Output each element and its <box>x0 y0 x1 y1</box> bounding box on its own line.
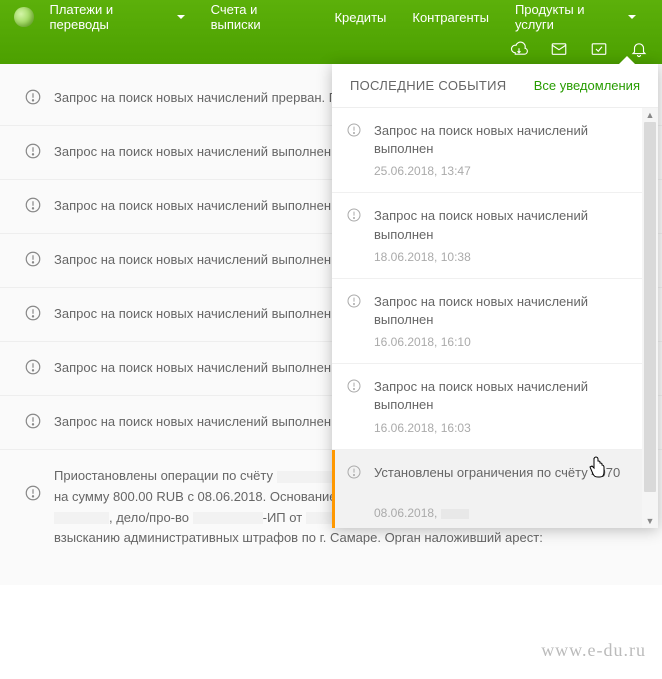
popup-body: Запрос на поиск новых начислений выполне… <box>332 108 658 528</box>
notification-date: 16.06.2018, 16:10 <box>374 335 640 349</box>
scroll-up-icon[interactable]: ▲ <box>645 110 655 120</box>
notification-date: 18.06.2018, 10:38 <box>374 250 640 264</box>
caret-down-icon <box>628 15 636 19</box>
nav-counterparties[interactable]: Контрагенты <box>412 10 489 25</box>
notification-date: 08.06.2018, <box>374 506 640 520</box>
popup-header: ПОСЛЕДНИЕ СОБЫТИЯ Все уведомления <box>332 64 658 108</box>
alert-circle-icon <box>24 196 42 217</box>
notification-item[interactable]: Запрос на поиск новых начислений выполне… <box>332 193 658 278</box>
nav-products[interactable]: Продукты и услуги <box>515 2 636 32</box>
alert-circle-icon <box>346 207 362 263</box>
notification-body: Запрос на поиск новых начислений выполне… <box>374 378 640 434</box>
alert-circle-icon <box>346 464 362 520</box>
scrollbar[interactable]: ▲ ▼ <box>642 108 658 528</box>
notification-title: Запрос на поиск новых начислений выполне… <box>374 207 640 243</box>
logo-icon[interactable] <box>14 7 34 27</box>
alert-circle-icon <box>24 304 42 325</box>
notification-body: Установлены ограничения по счёту 4070 08.… <box>374 464 640 520</box>
caret-down-icon <box>177 15 185 19</box>
notification-title: Запрос на поиск новых начислений выполне… <box>374 293 640 329</box>
notification-date: 25.06.2018, 13:47 <box>374 164 640 178</box>
nav-payments[interactable]: Платежи и переводы <box>50 2 185 32</box>
popup-title: ПОСЛЕДНИЕ СОБЫТИЯ <box>350 78 506 93</box>
nav-accounts[interactable]: Счета и выписки <box>211 2 309 32</box>
scroll-down-icon[interactable]: ▼ <box>645 516 655 526</box>
nav-label: Счета и выписки <box>211 2 309 32</box>
notification-title: Установлены ограничения по счёту 4070 <box>374 464 640 500</box>
alert-circle-icon <box>24 358 42 379</box>
alert-circle-icon <box>24 142 42 163</box>
alert-circle-icon <box>346 293 362 349</box>
nav-label: Контрагенты <box>412 10 489 25</box>
alert-circle-icon <box>24 412 42 433</box>
alert-circle-icon <box>24 484 42 505</box>
notification-title: Запрос на поиск новых начислений выполне… <box>374 378 640 414</box>
alert-circle-icon <box>24 88 42 109</box>
mail-icon[interactable] <box>550 40 568 58</box>
cloud-icon[interactable] <box>510 40 528 58</box>
nav-label: Продукты и услуги <box>515 2 624 32</box>
watermark: www.e-du.ru <box>541 640 646 661</box>
alert-circle-icon <box>346 122 362 178</box>
alert-circle-icon <box>346 378 362 434</box>
notification-body: Запрос на поиск новых начислений выполне… <box>374 293 640 349</box>
main-nav: Платежи и переводы Счета и выписки Креди… <box>0 0 662 34</box>
nav-label: Кредиты <box>334 10 386 25</box>
alert-circle-icon <box>24 250 42 271</box>
notification-item[interactable]: Запрос на поиск новых начислений выполне… <box>332 108 658 193</box>
notification-item[interactable]: Запрос на поиск новых начислений выполне… <box>332 364 658 449</box>
nav-label: Платежи и переводы <box>50 2 173 32</box>
notification-title: Запрос на поиск новых начислений выполне… <box>374 122 640 158</box>
popup-arrow-icon <box>619 56 635 64</box>
notification-date: 16.06.2018, 16:03 <box>374 421 640 435</box>
notification-body: Запрос на поиск новых начислений выполне… <box>374 207 640 263</box>
all-notifications-link[interactable]: Все уведомления <box>534 78 640 93</box>
mail-check-icon[interactable] <box>590 40 608 58</box>
notification-body: Запрос на поиск новых начислений выполне… <box>374 122 640 178</box>
scroll-thumb[interactable] <box>644 122 656 492</box>
notification-item[interactable]: Запрос на поиск новых начислений выполне… <box>332 279 658 364</box>
notification-item[interactable]: Установлены ограничения по счёту 4070 08.… <box>332 450 658 529</box>
app-header: Платежи и переводы Счета и выписки Креди… <box>0 0 662 64</box>
notifications-popup: ПОСЛЕДНИЕ СОБЫТИЯ Все уведомления Запрос… <box>332 64 658 528</box>
nav-credits[interactable]: Кредиты <box>334 10 386 25</box>
